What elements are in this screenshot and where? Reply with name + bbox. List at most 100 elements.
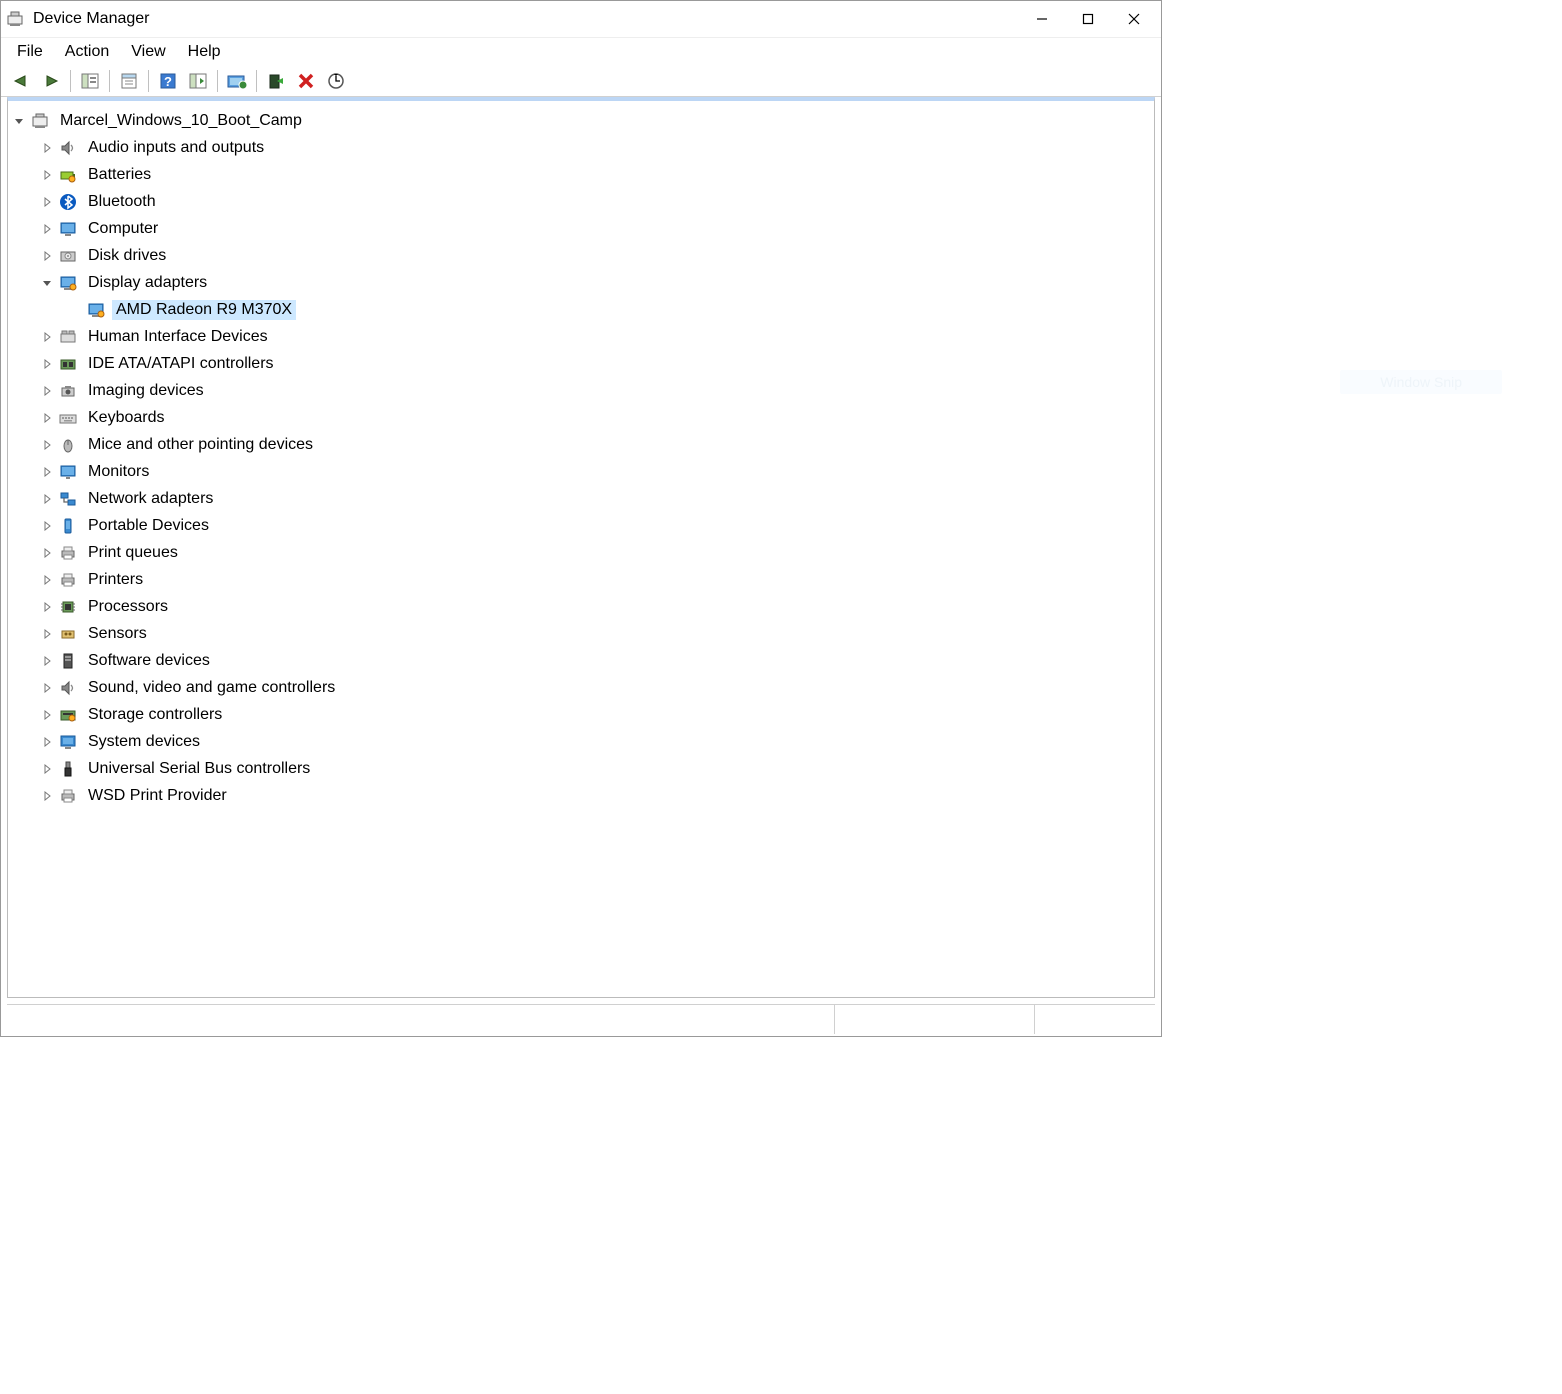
enable-device-button[interactable] [262, 68, 290, 94]
tree-item-label: Computer [84, 219, 162, 239]
tree-item[interactable]: Monitors [40, 458, 1150, 485]
tree-item[interactable]: Printers [40, 566, 1150, 593]
window-controls [1019, 3, 1157, 35]
chevron-down-icon[interactable] [12, 114, 26, 128]
update-driver-icon [226, 72, 248, 90]
chevron-right-icon[interactable] [40, 195, 54, 209]
sensor-icon [58, 624, 78, 644]
tree-item[interactable]: Mice and other pointing devices [40, 431, 1150, 458]
chevron-right-icon[interactable] [40, 141, 54, 155]
tree-item[interactable]: Sound, video and game controllers [40, 674, 1150, 701]
chevron-right-icon[interactable] [40, 384, 54, 398]
tree-item-label: Portable Devices [84, 516, 213, 536]
chevron-right-icon[interactable] [40, 627, 54, 641]
minimize-button[interactable] [1019, 3, 1065, 35]
tree-item[interactable]: Human Interface Devices [40, 323, 1150, 350]
tree-item[interactable]: Display adapters [40, 269, 1150, 296]
toolbar-separator [256, 70, 257, 92]
chevron-right-icon[interactable] [40, 438, 54, 452]
chevron-right-icon[interactable] [40, 546, 54, 560]
status-bar [7, 1004, 1155, 1034]
help-button[interactable]: ? [154, 68, 182, 94]
tree-item[interactable]: Print queues [40, 539, 1150, 566]
tree-item[interactable]: Disk drives [40, 242, 1150, 269]
chevron-right-icon[interactable] [40, 222, 54, 236]
chevron-right-icon[interactable] [40, 708, 54, 722]
keyboard-icon [58, 408, 78, 428]
tree-item-label: Imaging devices [84, 381, 208, 401]
chevron-right-icon[interactable] [40, 600, 54, 614]
tree-item[interactable]: Batteries [40, 161, 1150, 188]
chevron-right-icon[interactable] [40, 654, 54, 668]
status-pane-2 [835, 1005, 1035, 1034]
tree-item[interactable]: Sensors [40, 620, 1150, 647]
menu-help[interactable]: Help [178, 40, 231, 64]
tree-item[interactable]: WSD Print Provider [40, 782, 1150, 809]
close-button[interactable] [1111, 3, 1157, 35]
scan-hardware-button[interactable] [322, 68, 350, 94]
toolbar-separator [148, 70, 149, 92]
tree-item[interactable]: Imaging devices [40, 377, 1150, 404]
tree-item[interactable]: Keyboards [40, 404, 1150, 431]
tree-item[interactable]: Processors [40, 593, 1150, 620]
tree-item[interactable]: Marcel_Windows_10_Boot_Camp [12, 107, 1150, 134]
maximize-button[interactable] [1065, 3, 1111, 35]
show-hide-tree-icon [80, 72, 100, 90]
chevron-right-icon[interactable] [40, 357, 54, 371]
tree-item[interactable]: Audio inputs and outputs [40, 134, 1150, 161]
tree-item[interactable]: Universal Serial Bus controllers [40, 755, 1150, 782]
chevron-right-icon[interactable] [40, 681, 54, 695]
tree-item-label: Batteries [84, 165, 155, 185]
chevron-right-icon[interactable] [40, 573, 54, 587]
monitor-icon [58, 462, 78, 482]
help-icon: ? [158, 72, 178, 90]
storage-icon [58, 705, 78, 725]
tree-item[interactable]: Computer [40, 215, 1150, 242]
chevron-right-icon[interactable] [40, 168, 54, 182]
back-button[interactable] [7, 68, 35, 94]
update-driver-button[interactable] [223, 68, 251, 94]
menu-view[interactable]: View [121, 40, 175, 64]
device-tree[interactable]: Marcel_Windows_10_Boot_CampAudio inputs … [8, 101, 1154, 815]
chevron-right-icon[interactable] [40, 465, 54, 479]
chevron-right-icon[interactable] [40, 249, 54, 263]
chevron-right-icon[interactable] [40, 519, 54, 533]
snip-hint-artifact: Window Snip [1340, 370, 1502, 394]
system-icon [58, 732, 78, 752]
tree-item[interactable]: IDE ATA/ATAPI controllers [40, 350, 1150, 377]
chevron-right-icon[interactable] [40, 492, 54, 506]
tree-item[interactable]: System devices [40, 728, 1150, 755]
chevron-down-icon[interactable] [40, 276, 54, 290]
tree-item-label: Storage controllers [84, 705, 226, 725]
menu-file[interactable]: File [7, 40, 53, 64]
status-pane-1 [7, 1005, 835, 1034]
tree-item-label: Bluetooth [84, 192, 160, 212]
toolbar-separator [109, 70, 110, 92]
properties-button[interactable] [115, 68, 143, 94]
show-hide-tree-button[interactable] [76, 68, 104, 94]
chevron-right-icon[interactable] [40, 411, 54, 425]
tree-item[interactable]: Portable Devices [40, 512, 1150, 539]
tree-item[interactable]: Network adapters [40, 485, 1150, 512]
tree-item[interactable]: Storage controllers [40, 701, 1150, 728]
tree-item-label: Sound, video and game controllers [84, 678, 339, 698]
chevron-right-icon[interactable] [40, 762, 54, 776]
menu-action[interactable]: Action [55, 40, 119, 64]
uninstall-device-button[interactable] [292, 68, 320, 94]
portable-icon [58, 516, 78, 536]
tree-item-label: Software devices [84, 651, 214, 671]
action-button[interactable] [184, 68, 212, 94]
tree-item[interactable]: AMD Radeon R9 M370X [68, 296, 1150, 323]
toolbar: ? [1, 65, 1161, 97]
chevron-right-icon[interactable] [40, 330, 54, 344]
printer-icon [58, 786, 78, 806]
forward-button[interactable] [37, 68, 65, 94]
chevron-right-icon[interactable] [40, 735, 54, 749]
tree-item-label: Printers [84, 570, 147, 590]
chevron-right-icon[interactable] [40, 789, 54, 803]
tree-item-label: Disk drives [84, 246, 170, 266]
tree-item[interactable]: Bluetooth [40, 188, 1150, 215]
back-icon [11, 73, 31, 89]
tree-item[interactable]: Software devices [40, 647, 1150, 674]
disk-icon [58, 246, 78, 266]
